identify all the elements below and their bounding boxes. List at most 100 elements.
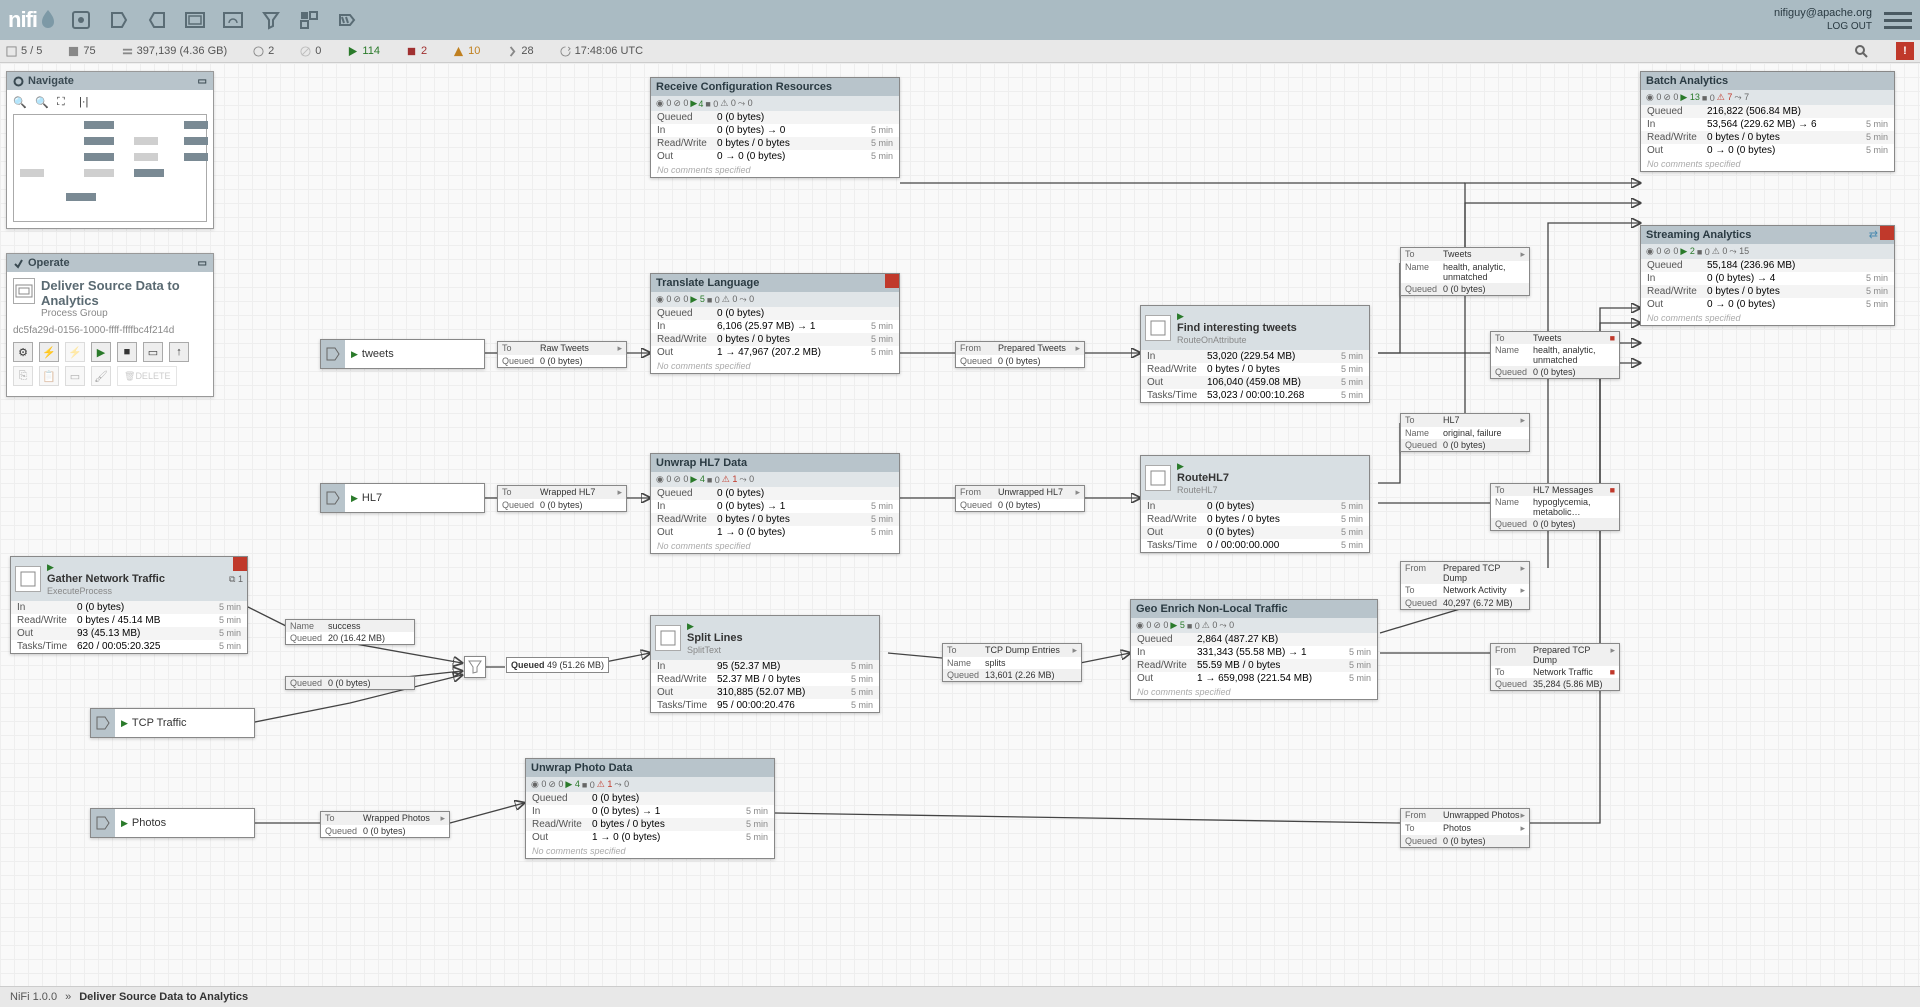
operate-actions-row2: ⎘ 📋 ▭ 🖌 🗑 DELETE <box>13 366 207 386</box>
connection-to-hl7[interactable]: ToHL7▸ Nameoriginal, failure Queued0 (0 … <box>1400 413 1530 452</box>
input-port-tcp[interactable]: ▶TCP Traffic <box>90 708 255 738</box>
zoom-actual-icon[interactable]: |·| <box>79 96 93 110</box>
input-port-tweets[interactable]: ▶tweets <box>320 339 485 369</box>
process-group-batch-analytics[interactable]: Batch Analytics ◉ 0 ⊘ 0 ▶ 13 ■ 0 ⚠ 7 ⤳ 7… <box>1640 71 1895 172</box>
port-icon <box>321 340 345 368</box>
collapse-icon[interactable]: ▭ <box>198 258 207 269</box>
breadcrumb: NiFi 1.0.0 » Deliver Source Data to Anal… <box>0 986 1920 1007</box>
bulletin-icon[interactable] <box>885 274 899 288</box>
status-disabled: 28 <box>506 45 533 57</box>
processor-find-tweets[interactable]: ▶ Find interesting tweetsRouteOnAttribut… <box>1140 305 1370 403</box>
operate-actions-row1: ⚙ ⚡ ⚡ ▶ ■ ▭ ↑ <box>13 342 207 362</box>
status-bar: 5 / 5 75 397,139 (4.36 GB) 2 0 114 2 10 … <box>0 40 1920 63</box>
process-group-unwrap-hl7[interactable]: Unwrap HL7 Data ◉ 0 ⊘ 0 ▶ 4 ■ 0 ⚠ 1 ⤳ 0 … <box>650 453 900 554</box>
processor-icon <box>1145 315 1171 341</box>
add-template-icon[interactable] <box>291 5 327 35</box>
pg-status-bar: ◉ 0⊘ 0▶ 4■ 0⚠ 0⤳ 0 <box>651 96 899 111</box>
connection-raw-tweets[interactable]: ToRaw Tweets▸ Queued0 (0 bytes) <box>497 341 627 368</box>
enable-icon[interactable]: ⚡ <box>39 342 59 362</box>
zoom-out-icon[interactable]: 🔍 <box>35 96 49 110</box>
paste-icon[interactable]: 📋 <box>39 366 59 386</box>
connection-prepared-tcp-1[interactable]: FromPrepared TCP Dump▸ ToNetwork Activit… <box>1400 561 1530 610</box>
connection-queued-49[interactable]: Queued 49 (51.26 MB) <box>506 657 609 673</box>
breadcrumb-current: Deliver Source Data to Analytics <box>79 991 248 1003</box>
upload-icon[interactable]: ↑ <box>169 342 189 362</box>
input-port-photos[interactable]: ▶Photos <box>90 808 255 838</box>
thread-count: ⧉ 1 <box>229 574 243 585</box>
connection-wrapped-photos[interactable]: ToWrapped Photos▸ Queued0 (0 bytes) <box>320 811 450 838</box>
add-input-port-icon[interactable] <box>101 5 137 35</box>
group-icon[interactable]: ▭ <box>65 366 85 386</box>
processor-route-hl7[interactable]: ▶ RouteHL7RouteHL7 In0 (0 bytes)5 min Re… <box>1140 455 1370 553</box>
add-funnel-icon[interactable] <box>253 5 289 35</box>
processor-icon <box>15 566 41 592</box>
stop-icon[interactable]: ■ <box>117 342 137 362</box>
process-group-geo-enrich[interactable]: Geo Enrich Non-Local Traffic ◉ 0 ⊘ 0 ▶ 5… <box>1130 599 1378 700</box>
navigate-zoom-tools: 🔍 🔍 ⛶ |·| <box>13 96 207 110</box>
connection-success[interactable]: Namesuccess Queued20 (16.42 MB) <box>285 619 415 645</box>
flow-canvas[interactable]: Navigate ▭ 🔍 🔍 ⛶ |·| Operate ▭ <box>0 63 1920 986</box>
process-group-icon <box>13 278 35 304</box>
processor-gather-network[interactable]: ▶ Gather Network TrafficExecuteProcess ⧉… <box>10 556 248 654</box>
color-icon[interactable]: 🖌 <box>91 366 111 386</box>
configure-icon[interactable]: ⚙ <box>13 342 33 362</box>
status-stopped: 2 <box>406 45 427 57</box>
status-invalid: 10 <box>453 45 480 57</box>
status-groups: 5 / 5 <box>6 45 42 57</box>
connection-hl7-messages[interactable]: ToHL7 Messages■ Namehypoglycemia, metabo… <box>1490 483 1620 531</box>
port-icon <box>321 484 345 512</box>
bulletin-icon[interactable] <box>1880 226 1894 240</box>
process-group-unwrap-photo[interactable]: Unwrap Photo Data ◉ 0 ⊘ 0 ▶ 4 ■ 0 ⚠ 1 ⤳ … <box>525 758 775 859</box>
operate-component-id: dc5fa29d-0156-1000-ffff-ffffbc4f214d <box>13 325 207 336</box>
connection-prepared-tcp-2[interactable]: FromPrepared TCP Dump▸ ToNetwork Traffic… <box>1490 643 1620 691</box>
processor-split-lines[interactable]: ▶ Split LinesSplitText In95 (52.37 MB)5 … <box>650 615 880 713</box>
operate-panel: Operate ▭ Deliver Source Data to Analyti… <box>6 253 214 397</box>
logout-link[interactable]: LOG OUT <box>1774 20 1872 33</box>
connection-queued-0[interactable]: Queued0 (0 bytes) <box>285 676 415 690</box>
connection-to-tweets-1[interactable]: ToTweets▸ Namehealth, analytic, unmatche… <box>1400 247 1530 296</box>
process-group-receive-config[interactable]: Receive Configuration Resources ◉ 0⊘ 0▶ … <box>650 77 900 178</box>
add-output-port-icon[interactable] <box>139 5 175 35</box>
global-menu-icon[interactable] <box>1884 12 1912 29</box>
process-group-streaming-analytics[interactable]: ⇄ Streaming Analytics ◉ 0 ⊘ 0 ▶ 2 ■ 0 ⚠ … <box>1640 225 1895 326</box>
breadcrumb-root[interactable]: NiFi 1.0.0 <box>10 991 57 1003</box>
connection-lines <box>0 63 1920 986</box>
add-process-group-icon[interactable] <box>177 5 213 35</box>
pg-title: Receive Configuration Resources <box>651 78 899 96</box>
connection-unwrapped-hl7[interactable]: FromUnwrapped HL7▸ Queued0 (0 bytes) <box>955 485 1085 512</box>
status-not-transmitting: 0 <box>300 45 321 57</box>
bulletin-indicator[interactable]: ! <box>1896 42 1914 60</box>
component-palette <box>63 5 365 35</box>
connection-prepared-tweets[interactable]: FromPrepared Tweets▸ Queued0 (0 bytes) <box>955 341 1085 368</box>
navigate-minimap[interactable] <box>13 114 207 222</box>
connection-wrapped-hl7[interactable]: ToWrapped HL7▸ Queued0 (0 bytes) <box>497 485 627 512</box>
zoom-fit-icon[interactable]: ⛶ <box>57 96 71 110</box>
funnel[interactable] <box>464 656 486 678</box>
status-running: 114 <box>347 45 380 57</box>
port-icon <box>91 709 115 737</box>
bulletin-icon[interactable] <box>233 557 247 571</box>
navigate-panel: Navigate ▭ 🔍 🔍 ⛶ |·| <box>6 71 214 229</box>
delete-button[interactable]: 🗑 DELETE <box>117 366 177 386</box>
add-processor-icon[interactable] <box>63 5 99 35</box>
process-group-translate[interactable]: Translate Language ◉ 0 ⊘ 0 ▶ 5 ■ 0 ⚠ 0 ⤳… <box>650 273 900 374</box>
add-remote-group-icon[interactable] <box>215 5 251 35</box>
disable-icon[interactable]: ⚡ <box>65 342 85 362</box>
connection-to-tweets-2[interactable]: ToTweets■ Namehealth, analytic, unmatche… <box>1490 331 1620 379</box>
user-info: nifiguy@apache.org LOG OUT <box>1774 7 1878 33</box>
copy-icon[interactable]: ⎘ <box>13 366 33 386</box>
operate-header: Operate ▭ <box>7 254 213 272</box>
zoom-in-icon[interactable]: 🔍 <box>13 96 27 110</box>
template-icon[interactable]: ▭ <box>143 342 163 362</box>
input-port-hl7[interactable]: ▶HL7 <box>320 483 485 513</box>
collapse-icon[interactable]: ▭ <box>198 76 207 87</box>
processor-icon <box>655 625 681 651</box>
start-icon[interactable]: ▶ <box>91 342 111 362</box>
add-label-icon[interactable] <box>329 5 365 35</box>
connection-tcp-dump[interactable]: ToTCP Dump Entries▸ Namesplits Queued13,… <box>942 643 1082 682</box>
connection-unwrapped-photos[interactable]: FromUnwrapped Photos▸ ToPhotos▸ Queued0 … <box>1400 808 1530 848</box>
status-queued: 397,139 (4.36 GB) <box>122 45 228 57</box>
navigate-header: Navigate ▭ <box>7 72 213 90</box>
port-icon <box>91 809 115 837</box>
search-icon[interactable] <box>1852 42 1870 60</box>
